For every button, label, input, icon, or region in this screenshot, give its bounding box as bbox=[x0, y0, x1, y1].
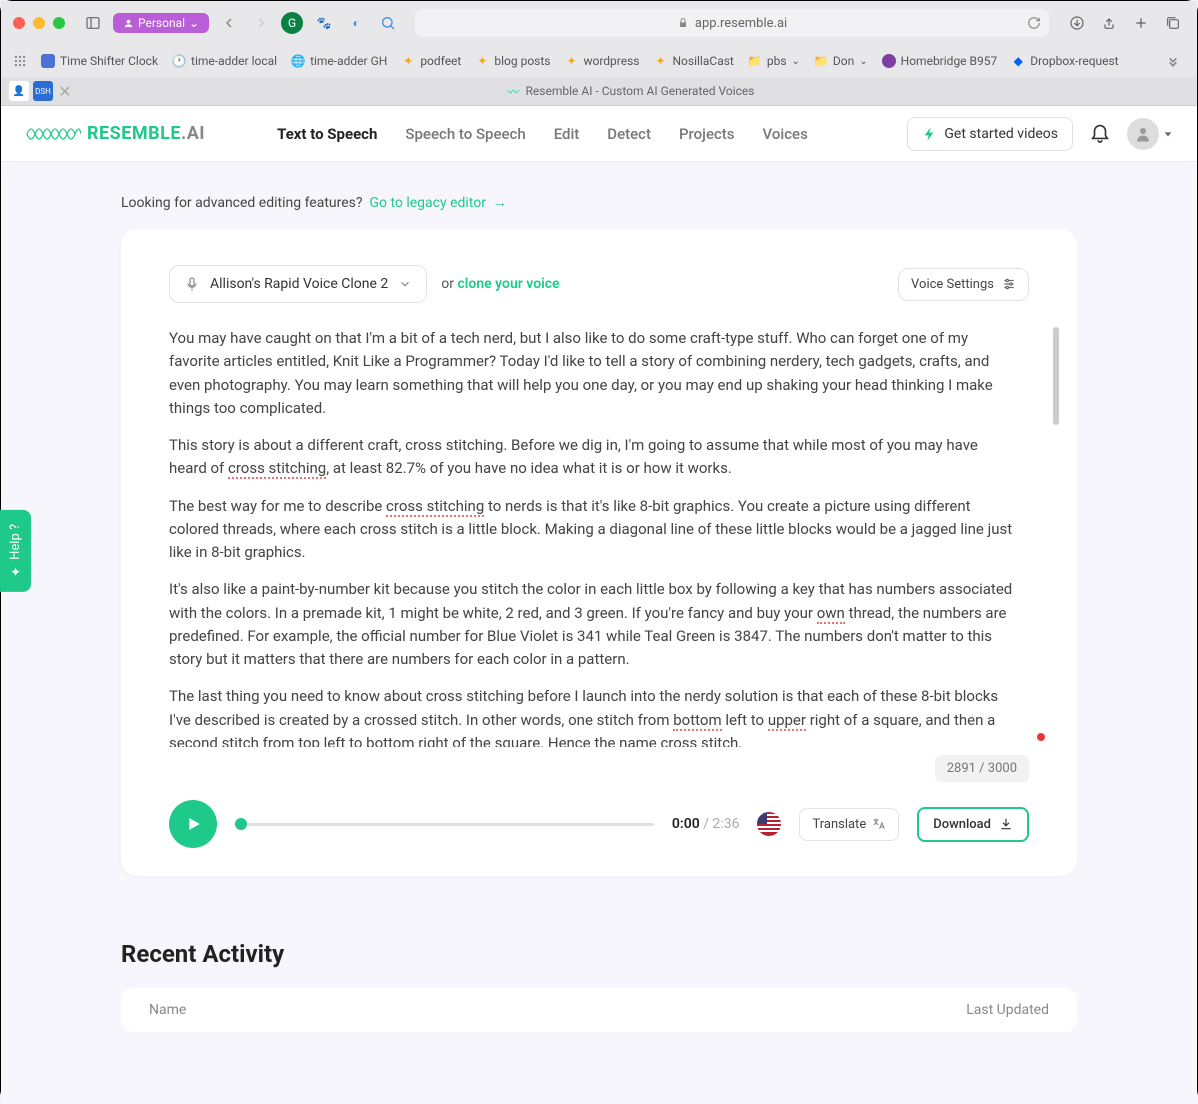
pinned-tab-2[interactable]: DSH bbox=[33, 81, 53, 101]
close-window[interactable] bbox=[13, 17, 25, 29]
playback-time: 0:00 / 2:36 bbox=[672, 816, 740, 832]
text-editor[interactable]: You may have caught on that I'm a bit of… bbox=[169, 327, 1037, 747]
bookmark-dropbox[interactable]: ◆Dropbox-request bbox=[1011, 54, 1118, 68]
seek-bar[interactable] bbox=[235, 812, 654, 836]
nav-voices[interactable]: Voices bbox=[763, 125, 808, 143]
grammarly-icon[interactable]: G bbox=[281, 12, 303, 34]
sliders-icon bbox=[1002, 277, 1016, 291]
bookmark-pbs[interactable]: 📁pbs⌄ bbox=[748, 54, 800, 68]
chevron-down-icon: ⌄ bbox=[792, 56, 800, 67]
language-flag-us[interactable] bbox=[757, 812, 781, 836]
legacy-prompt-row: Looking for advanced editing features? G… bbox=[121, 194, 1077, 211]
bookmark-blog-posts[interactable]: ✦blog posts bbox=[475, 54, 550, 68]
activity-table-header: Name Last Updated bbox=[121, 988, 1077, 1032]
clone-voice-link[interactable]: clone your voice bbox=[457, 276, 559, 292]
nav-detect[interactable]: Detect bbox=[607, 125, 651, 143]
minimize-window[interactable] bbox=[33, 17, 45, 29]
bookmark-wordpress[interactable]: ✦wordpress bbox=[564, 54, 639, 68]
bookmarks-overflow-icon[interactable] bbox=[1161, 49, 1185, 73]
downloads-icon[interactable] bbox=[1065, 11, 1089, 35]
chevron-down-icon: ⌄ bbox=[859, 56, 867, 67]
nav-text-to-speech[interactable]: Text to Speech bbox=[277, 125, 377, 143]
window-controls[interactable] bbox=[13, 17, 65, 29]
bookmarks-bar: Time Shifter Clock 🕐time-adder local 🌐ti… bbox=[1, 45, 1197, 77]
user-menu[interactable] bbox=[1127, 118, 1173, 150]
recent-activity-heading: Recent Activity bbox=[121, 940, 1077, 968]
avatar bbox=[1127, 118, 1159, 150]
nav-edit[interactable]: Edit bbox=[554, 125, 580, 143]
chevron-down-icon: ⌄ bbox=[189, 16, 199, 30]
bookmark-nosillacast[interactable]: ✦NosillaCast bbox=[654, 54, 734, 68]
play-button[interactable] bbox=[169, 800, 217, 848]
close-tab-icon[interactable]: ✕ bbox=[57, 83, 73, 99]
seek-thumb[interactable] bbox=[235, 818, 247, 830]
download-icon bbox=[999, 817, 1013, 831]
editor-card: Allison's Rapid Voice Clone 2 or clone y… bbox=[121, 229, 1077, 876]
bolt-icon bbox=[922, 126, 938, 142]
mic-icon bbox=[184, 276, 200, 292]
scrollbar[interactable] bbox=[1053, 327, 1059, 425]
logo-wave-icon bbox=[25, 120, 81, 148]
legacy-editor-link[interactable]: Go to legacy editor → bbox=[369, 195, 506, 211]
char-counter: 2891 / 3000 bbox=[935, 755, 1029, 782]
address-bar[interactable]: app.resemble.ai bbox=[415, 9, 1049, 37]
bookmark-time-shifter[interactable]: Time Shifter Clock bbox=[41, 54, 158, 68]
url-text: app.resemble.ai bbox=[695, 16, 787, 31]
maximize-window[interactable] bbox=[53, 17, 65, 29]
bookmark-time-adder-local[interactable]: 🕐time-adder local bbox=[172, 54, 277, 68]
reload-icon[interactable] bbox=[1027, 16, 1041, 30]
indicator-dot bbox=[1037, 733, 1045, 741]
play-icon bbox=[184, 815, 202, 833]
paw-icon[interactable]: 🐾 bbox=[313, 12, 335, 34]
voice-selector[interactable]: Allison's Rapid Voice Clone 2 bbox=[169, 265, 427, 303]
profile-badge[interactable]: Personal ⌄ bbox=[113, 13, 209, 33]
get-started-button[interactable]: Get started videos bbox=[907, 117, 1073, 151]
tab-title: Resemble AI - Custom AI Generated Voices bbox=[526, 84, 755, 98]
back-button[interactable] bbox=[217, 11, 241, 35]
translate-icon bbox=[872, 817, 886, 831]
help-tab[interactable]: ✦ Help ? bbox=[1, 510, 31, 592]
voice-settings-button[interactable]: Voice Settings bbox=[898, 268, 1029, 301]
translate-button[interactable]: Translate bbox=[799, 808, 899, 841]
search-ext-icon[interactable] bbox=[377, 12, 399, 34]
extension-icon[interactable]: ◐ bbox=[345, 12, 367, 34]
tabs-overview-icon[interactable] bbox=[1161, 11, 1185, 35]
apps-icon[interactable] bbox=[13, 54, 27, 68]
bookmark-time-adder-gh[interactable]: 🌐time-adder GH bbox=[291, 54, 387, 68]
col-name: Name bbox=[149, 1002, 186, 1018]
download-button[interactable]: Download bbox=[917, 807, 1029, 842]
new-tab-icon[interactable] bbox=[1129, 11, 1153, 35]
profile-label: Personal bbox=[138, 16, 185, 30]
chevron-down-icon bbox=[398, 277, 412, 291]
pinned-tab-1[interactable]: 👤 bbox=[9, 81, 29, 101]
nav-speech-to-speech[interactable]: Speech to Speech bbox=[405, 125, 525, 143]
lock-icon bbox=[677, 17, 689, 29]
bookmark-don[interactable]: 📁Don⌄ bbox=[814, 54, 868, 68]
col-last-updated: Last Updated bbox=[966, 1002, 1049, 1018]
nav-projects[interactable]: Projects bbox=[679, 125, 735, 143]
sidebar-toggle-icon[interactable] bbox=[81, 11, 105, 35]
notifications-icon[interactable] bbox=[1089, 121, 1111, 147]
resemble-logo[interactable]: RESEMBLE.AI bbox=[25, 120, 205, 148]
share-icon[interactable] bbox=[1097, 11, 1121, 35]
chevron-down-icon bbox=[1163, 129, 1173, 139]
bookmark-homebridge[interactable]: Homebridge B957 bbox=[882, 54, 998, 68]
tab-favicon: 〰 bbox=[508, 83, 520, 100]
forward-button[interactable] bbox=[249, 11, 273, 35]
bookmark-podfeet[interactable]: ✦podfeet bbox=[401, 54, 461, 68]
